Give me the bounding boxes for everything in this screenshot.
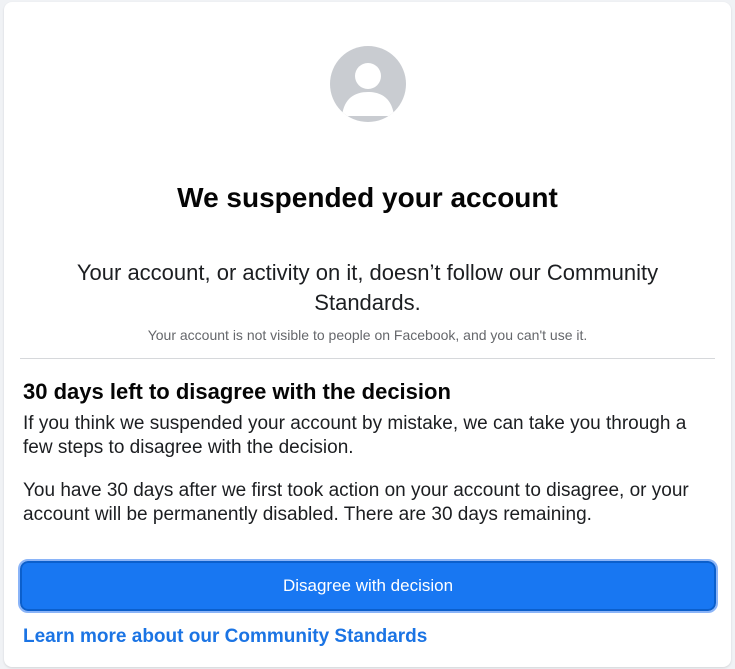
suspension-dialog: We suspended your account Your account, … (4, 2, 731, 667)
suspension-reason: Your account, or activity on it, doesn’t… (76, 260, 659, 315)
person-silhouette-icon (342, 63, 394, 116)
learn-more-community-standards-link[interactable]: Learn more about our Community Standards (23, 624, 427, 650)
disagree-with-decision-button[interactable]: Disagree with decision (18, 559, 718, 613)
page-title: We suspended your account (177, 182, 558, 213)
appeal-description: If you think we suspended your account b… (23, 413, 687, 458)
appeal-deadline-text: You have 30 days after we first took act… (23, 480, 689, 525)
divider (20, 358, 715, 359)
profile-avatar-icon (330, 46, 406, 122)
visibility-note: Your account is not visible to people on… (147, 327, 588, 343)
appeal-heading: 30 days left to disagree with the decisi… (23, 379, 451, 404)
